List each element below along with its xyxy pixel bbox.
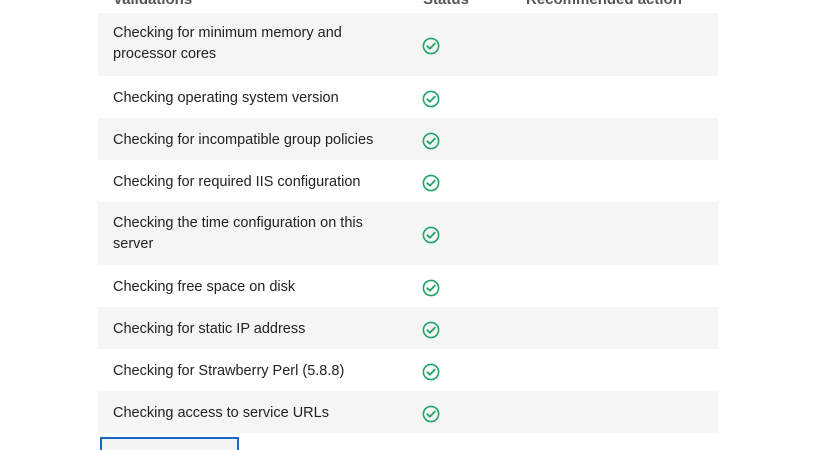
check-circle-icon (422, 321, 440, 339)
check-circle-icon (422, 363, 440, 381)
validation-row-memory: Checking for minimum memory and processo… (98, 13, 718, 76)
validation-row-disk-space: Checking free space on disk (98, 265, 718, 307)
header-validations: Validations (113, 0, 192, 8)
check-circle-icon (422, 405, 440, 423)
check-circle-icon (422, 279, 440, 297)
check-circle-icon (422, 174, 440, 192)
validation-label: Checking the time configuration on this … (113, 215, 363, 252)
validation-page: Validations Status Recommended action Ch… (0, 0, 818, 450)
validation-row-time-configuration: Checking the time configuration on this … (98, 202, 718, 265)
validation-label: Checking operating system version (113, 90, 339, 106)
validation-row-strawberry-perl: Checking for Strawberry Perl (5.8.8) (98, 349, 718, 391)
validation-label: Checking for static IP address (113, 321, 306, 337)
validation-label: Checking for Strawberry Perl (5.8.8) (113, 363, 345, 379)
validation-label: Checking for minimum memory and processo… (113, 25, 342, 62)
check-circle-icon (422, 132, 440, 150)
validation-row-static-ip: Checking for static IP address (98, 307, 718, 349)
validation-label: Checking for required IIS configuration (113, 174, 361, 190)
table-header: Validations Status Recommended action (98, 0, 718, 11)
validation-row-group-policies: Checking for incompatible group policies (98, 118, 718, 160)
validation-label: Checking access to service URLs (113, 405, 329, 421)
check-circle-icon (422, 37, 440, 55)
validation-row-service-urls: Checking access to service URLs (98, 391, 718, 433)
validation-row-os-version: Checking operating system version (98, 76, 718, 118)
focused-button[interactable] (100, 437, 239, 450)
check-circle-icon (422, 90, 440, 108)
validation-label: Checking free space on disk (113, 279, 296, 295)
check-circle-icon (422, 226, 440, 244)
validation-row-iis-configuration: Checking for required IIS configuration (98, 160, 718, 202)
validation-label: Checking for incompatible group policies (113, 132, 374, 148)
header-recommended-action: Recommended action (526, 0, 682, 8)
header-status: Status (423, 0, 469, 8)
validations-table: Checking for minimum memory and processo… (98, 13, 718, 433)
